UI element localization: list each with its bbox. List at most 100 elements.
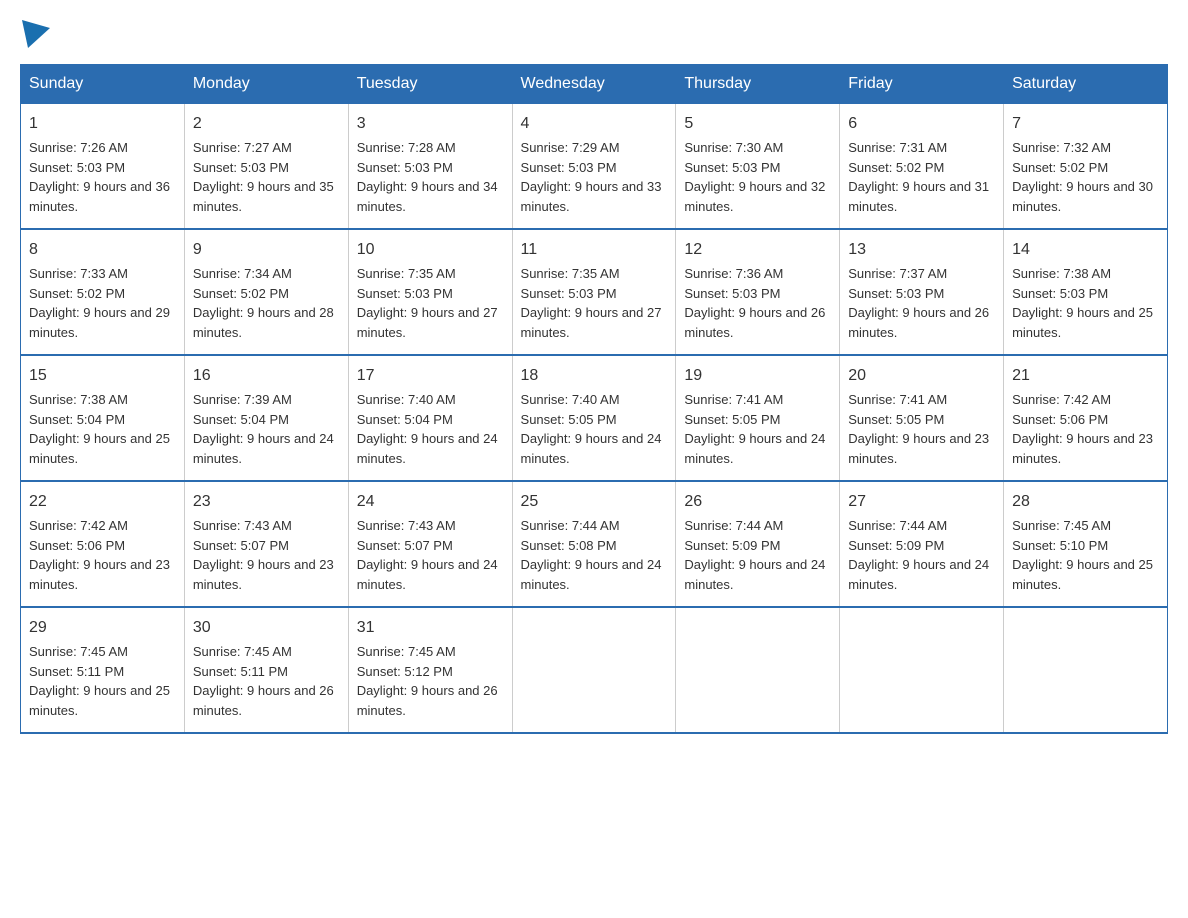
day-sunrise: Sunrise: 7:34 AM <box>193 266 292 281</box>
day-number: 13 <box>848 238 995 262</box>
day-sunset: Sunset: 5:03 PM <box>848 286 944 301</box>
day-sunset: Sunset: 5:04 PM <box>357 412 453 427</box>
day-sunset: Sunset: 5:11 PM <box>193 664 288 679</box>
day-daylight: Daylight: 9 hours and 25 minutes. <box>29 683 170 718</box>
day-sunset: Sunset: 5:09 PM <box>684 538 780 553</box>
day-sunrise: Sunrise: 7:41 AM <box>848 392 947 407</box>
day-daylight: Daylight: 9 hours and 26 minutes. <box>684 305 825 340</box>
day-daylight: Daylight: 9 hours and 24 minutes. <box>848 557 989 592</box>
day-sunset: Sunset: 5:02 PM <box>193 286 289 301</box>
day-number: 10 <box>357 238 504 262</box>
day-sunrise: Sunrise: 7:39 AM <box>193 392 292 407</box>
day-sunrise: Sunrise: 7:37 AM <box>848 266 947 281</box>
day-number: 29 <box>29 616 176 640</box>
day-sunset: Sunset: 5:06 PM <box>29 538 125 553</box>
day-daylight: Daylight: 9 hours and 26 minutes. <box>193 683 334 718</box>
day-daylight: Daylight: 9 hours and 33 minutes. <box>521 179 662 214</box>
calendar-day-cell: 27 Sunrise: 7:44 AM Sunset: 5:09 PM Dayl… <box>840 481 1004 607</box>
day-number: 24 <box>357 490 504 514</box>
calendar-day-cell: 16 Sunrise: 7:39 AM Sunset: 5:04 PM Dayl… <box>184 355 348 481</box>
day-sunrise: Sunrise: 7:29 AM <box>521 140 620 155</box>
day-sunset: Sunset: 5:04 PM <box>193 412 289 427</box>
calendar-day-cell: 20 Sunrise: 7:41 AM Sunset: 5:05 PM Dayl… <box>840 355 1004 481</box>
day-sunrise: Sunrise: 7:36 AM <box>684 266 783 281</box>
day-number: 5 <box>684 112 831 136</box>
day-daylight: Daylight: 9 hours and 24 minutes. <box>357 431 498 466</box>
calendar-week-row: 22 Sunrise: 7:42 AM Sunset: 5:06 PM Dayl… <box>21 481 1168 607</box>
day-number: 6 <box>848 112 995 136</box>
calendar-day-cell: 7 Sunrise: 7:32 AM Sunset: 5:02 PM Dayli… <box>1004 104 1168 230</box>
day-sunset: Sunset: 5:03 PM <box>684 286 780 301</box>
day-daylight: Daylight: 9 hours and 27 minutes. <box>357 305 498 340</box>
day-daylight: Daylight: 9 hours and 24 minutes. <box>684 431 825 466</box>
calendar-day-cell: 18 Sunrise: 7:40 AM Sunset: 5:05 PM Dayl… <box>512 355 676 481</box>
logo <box>20 20 56 44</box>
day-daylight: Daylight: 9 hours and 24 minutes. <box>357 557 498 592</box>
day-sunrise: Sunrise: 7:31 AM <box>848 140 947 155</box>
day-number: 12 <box>684 238 831 262</box>
calendar-header-monday: Monday <box>184 65 348 104</box>
day-sunrise: Sunrise: 7:35 AM <box>357 266 456 281</box>
day-sunset: Sunset: 5:03 PM <box>521 286 617 301</box>
day-sunset: Sunset: 5:06 PM <box>1012 412 1108 427</box>
calendar-header-friday: Friday <box>840 65 1004 104</box>
day-sunrise: Sunrise: 7:38 AM <box>29 392 128 407</box>
day-daylight: Daylight: 9 hours and 25 minutes. <box>1012 305 1153 340</box>
calendar-day-cell: 1 Sunrise: 7:26 AM Sunset: 5:03 PM Dayli… <box>21 104 185 230</box>
calendar-header-sunday: Sunday <box>21 65 185 104</box>
calendar-day-cell: 29 Sunrise: 7:45 AM Sunset: 5:11 PM Dayl… <box>21 607 185 733</box>
day-sunset: Sunset: 5:03 PM <box>193 160 289 175</box>
day-sunrise: Sunrise: 7:44 AM <box>848 518 947 533</box>
day-sunset: Sunset: 5:07 PM <box>193 538 289 553</box>
calendar-day-cell: 19 Sunrise: 7:41 AM Sunset: 5:05 PM Dayl… <box>676 355 840 481</box>
calendar-day-cell: 4 Sunrise: 7:29 AM Sunset: 5:03 PM Dayli… <box>512 104 676 230</box>
day-daylight: Daylight: 9 hours and 24 minutes. <box>521 431 662 466</box>
day-daylight: Daylight: 9 hours and 24 minutes. <box>193 431 334 466</box>
day-number: 30 <box>193 616 340 640</box>
day-number: 21 <box>1012 364 1159 388</box>
calendar-week-row: 1 Sunrise: 7:26 AM Sunset: 5:03 PM Dayli… <box>21 104 1168 230</box>
day-sunset: Sunset: 5:03 PM <box>684 160 780 175</box>
day-sunrise: Sunrise: 7:32 AM <box>1012 140 1111 155</box>
day-sunrise: Sunrise: 7:44 AM <box>684 518 783 533</box>
calendar-week-row: 29 Sunrise: 7:45 AM Sunset: 5:11 PM Dayl… <box>21 607 1168 733</box>
day-sunset: Sunset: 5:02 PM <box>29 286 125 301</box>
calendar-day-cell: 25 Sunrise: 7:44 AM Sunset: 5:08 PM Dayl… <box>512 481 676 607</box>
day-sunset: Sunset: 5:04 PM <box>29 412 125 427</box>
calendar-day-cell: 12 Sunrise: 7:36 AM Sunset: 5:03 PM Dayl… <box>676 229 840 355</box>
calendar-day-cell: 10 Sunrise: 7:35 AM Sunset: 5:03 PM Dayl… <box>348 229 512 355</box>
day-sunrise: Sunrise: 7:33 AM <box>29 266 128 281</box>
calendar-day-cell: 5 Sunrise: 7:30 AM Sunset: 5:03 PM Dayli… <box>676 104 840 230</box>
day-number: 4 <box>521 112 668 136</box>
day-sunset: Sunset: 5:03 PM <box>357 286 453 301</box>
day-daylight: Daylight: 9 hours and 36 minutes. <box>29 179 170 214</box>
day-number: 9 <box>193 238 340 262</box>
day-sunrise: Sunrise: 7:35 AM <box>521 266 620 281</box>
day-number: 18 <box>521 364 668 388</box>
day-daylight: Daylight: 9 hours and 35 minutes. <box>193 179 334 214</box>
calendar-day-cell: 8 Sunrise: 7:33 AM Sunset: 5:02 PM Dayli… <box>21 229 185 355</box>
day-sunrise: Sunrise: 7:45 AM <box>193 644 292 659</box>
day-daylight: Daylight: 9 hours and 27 minutes. <box>521 305 662 340</box>
day-daylight: Daylight: 9 hours and 34 minutes. <box>357 179 498 214</box>
calendar-day-cell: 22 Sunrise: 7:42 AM Sunset: 5:06 PM Dayl… <box>21 481 185 607</box>
day-sunset: Sunset: 5:02 PM <box>1012 160 1108 175</box>
calendar-day-cell: 15 Sunrise: 7:38 AM Sunset: 5:04 PM Dayl… <box>21 355 185 481</box>
day-sunrise: Sunrise: 7:45 AM <box>29 644 128 659</box>
calendar-day-cell: 24 Sunrise: 7:43 AM Sunset: 5:07 PM Dayl… <box>348 481 512 607</box>
day-number: 15 <box>29 364 176 388</box>
day-sunset: Sunset: 5:02 PM <box>848 160 944 175</box>
day-sunrise: Sunrise: 7:43 AM <box>357 518 456 533</box>
day-daylight: Daylight: 9 hours and 23 minutes. <box>848 431 989 466</box>
day-sunset: Sunset: 5:03 PM <box>357 160 453 175</box>
calendar-day-cell <box>840 607 1004 733</box>
day-daylight: Daylight: 9 hours and 23 minutes. <box>29 557 170 592</box>
calendar-day-cell <box>676 607 840 733</box>
day-daylight: Daylight: 9 hours and 28 minutes. <box>193 305 334 340</box>
day-number: 17 <box>357 364 504 388</box>
day-daylight: Daylight: 9 hours and 31 minutes. <box>848 179 989 214</box>
calendar-day-cell: 3 Sunrise: 7:28 AM Sunset: 5:03 PM Dayli… <box>348 104 512 230</box>
day-sunrise: Sunrise: 7:30 AM <box>684 140 783 155</box>
day-number: 19 <box>684 364 831 388</box>
calendar-header-saturday: Saturday <box>1004 65 1168 104</box>
